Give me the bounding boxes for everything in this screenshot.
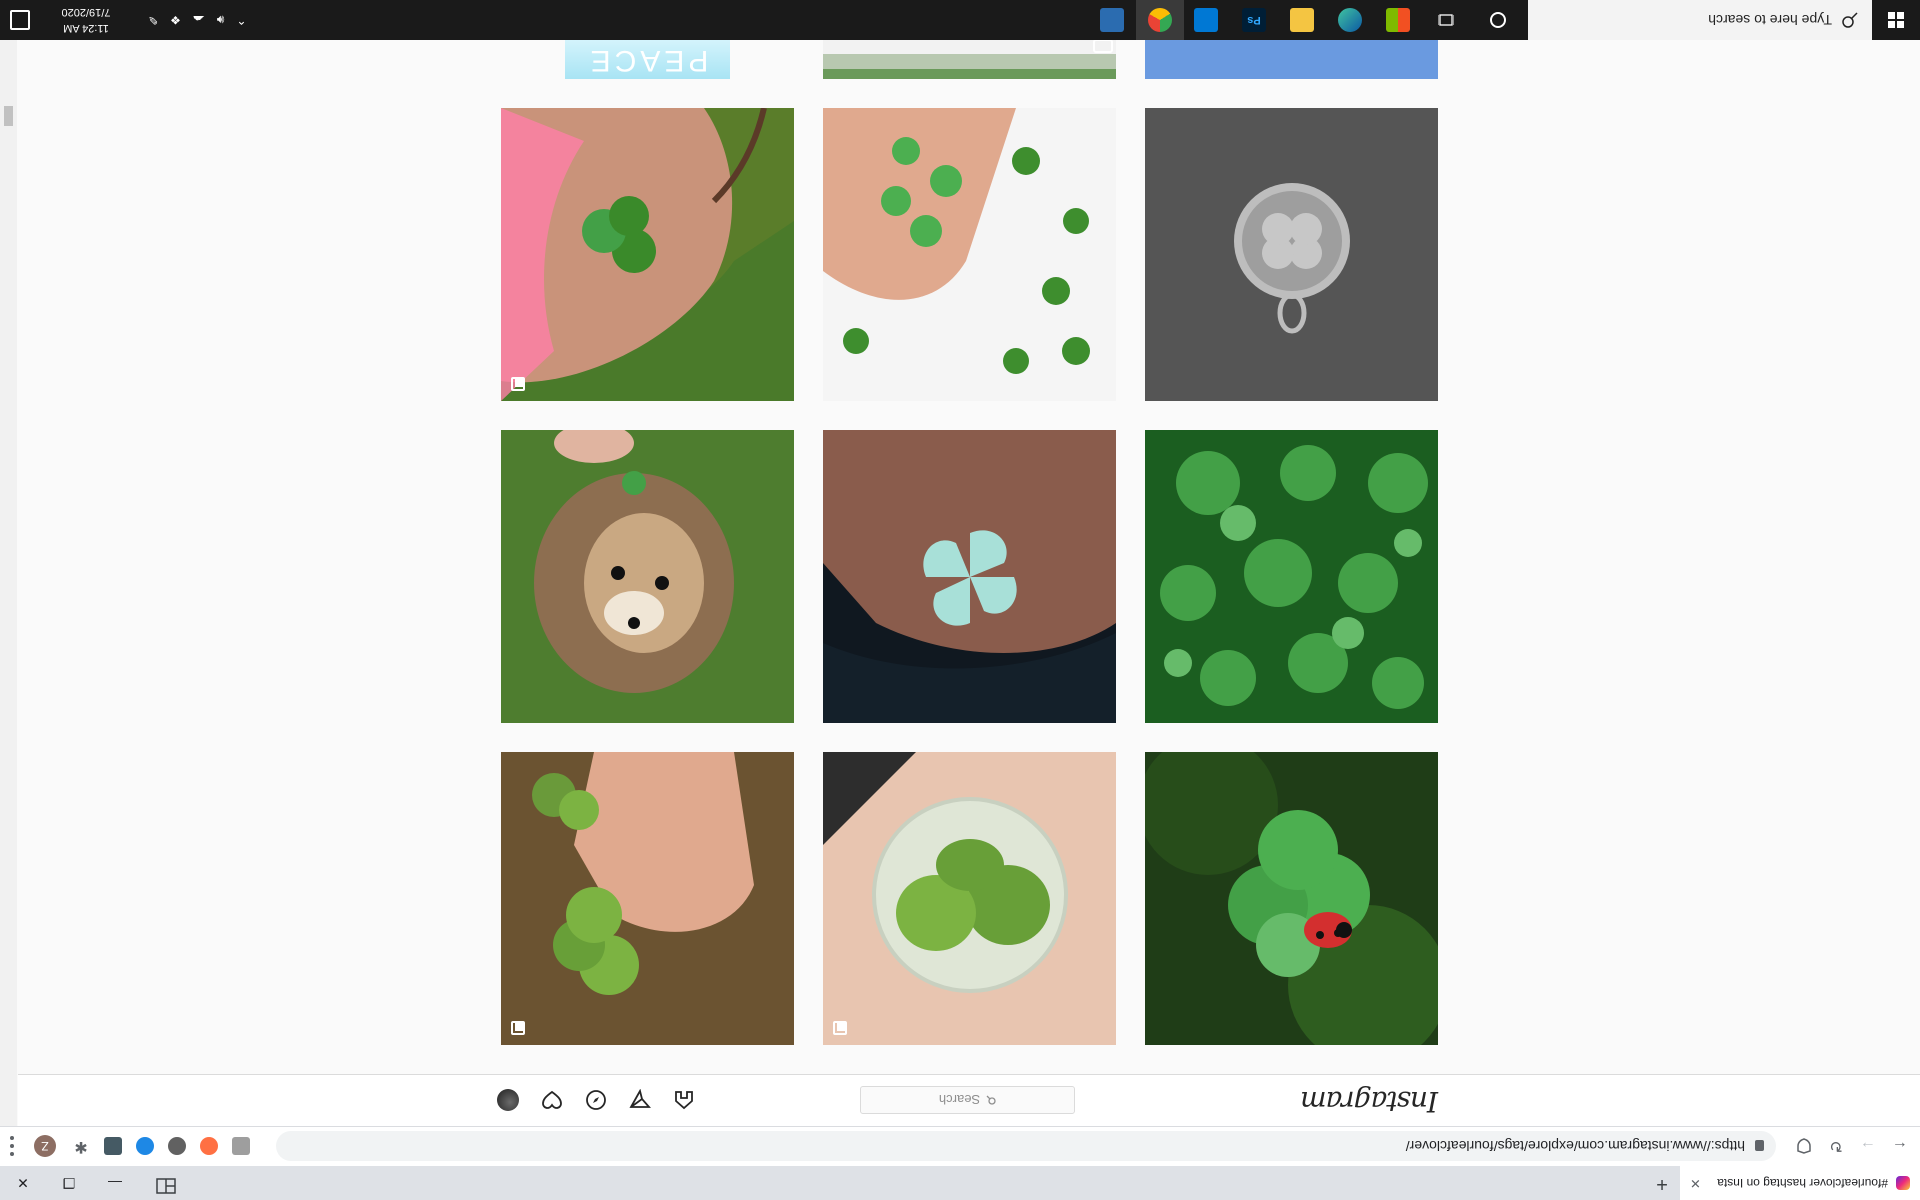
clover-pendant-photo — [1145, 108, 1438, 401]
task-view-icon[interactable] — [1434, 8, 1458, 32]
taskbar-search-placeholder: Type here to search — [1708, 12, 1832, 28]
search-icon — [1842, 12, 1858, 28]
minimize-button[interactable]: — — [92, 1166, 138, 1200]
multi-photo-icon — [511, 377, 525, 391]
clovers-box-photo — [823, 108, 1116, 401]
instagram-nav — [495, 1087, 697, 1113]
store-icon[interactable] — [1386, 8, 1410, 32]
clover-patch-photo — [1145, 430, 1438, 723]
reload-button[interactable]: ↻ — [1824, 1134, 1848, 1158]
direct-icon[interactable] — [627, 1087, 653, 1113]
explore-icon[interactable] — [583, 1087, 609, 1113]
tab-layout-icon[interactable] — [152, 1170, 180, 1196]
multi-photo-icon — [833, 1021, 847, 1035]
tab-title: #fourleafclover hashtag on Insta — [1717, 1176, 1888, 1190]
post-tile[interactable] — [823, 430, 1116, 723]
remote-desktop-icon[interactable] — [1100, 8, 1124, 32]
back-button[interactable]: ← — [1888, 1134, 1912, 1158]
address-bar[interactable]: https://www.instagram.com/explore/tags/f… — [276, 1131, 1776, 1161]
extension-icon[interactable] — [200, 1137, 218, 1155]
post-tile[interactable] — [501, 430, 794, 723]
puzzle-icon[interactable]: ✱ — [72, 1137, 90, 1155]
hand-clovers-photo — [501, 752, 794, 1045]
dog-clover-photo — [501, 430, 794, 723]
close-window-button[interactable]: ✕ — [0, 1166, 46, 1200]
search-placeholder: Search — [938, 1092, 981, 1108]
clock-time: 11:24 AM — [63, 22, 109, 34]
clover-tattoo-photo — [501, 108, 794, 401]
ladybug-clover-photo — [1145, 752, 1438, 1045]
profile-avatar-icon[interactable] — [495, 1087, 521, 1113]
url-text: https://www.instagram.com/explore/tags/f… — [1405, 1138, 1745, 1154]
extension-icon[interactable] — [136, 1137, 154, 1155]
search-input[interactable]: Search — [860, 1086, 1075, 1114]
extension-icon[interactable] — [232, 1137, 250, 1155]
screen: #fourleafclover hashtag on Insta ✕ + — ❐… — [0, 0, 1920, 1200]
profile-avatar[interactable]: Z — [34, 1135, 56, 1157]
camera-icon — [1093, 39, 1113, 53]
post-tile[interactable] — [1145, 430, 1438, 723]
close-tab-icon[interactable]: ✕ — [1690, 1175, 1701, 1191]
photoshop-icon[interactable]: Ps — [1242, 8, 1266, 32]
instagram-header: Instagram Search — [18, 1074, 1920, 1126]
post-tile[interactable] — [1145, 108, 1438, 401]
chrome-icon[interactable] — [1148, 8, 1172, 32]
windows-logo-icon — [1888, 12, 1904, 28]
extension-shield-icon[interactable] — [1792, 1134, 1816, 1158]
cortana-icon[interactable] — [1490, 12, 1506, 28]
lock-icon — [1755, 1140, 1764, 1152]
browser-tab[interactable]: #fourleafclover hashtag on Insta ✕ — [1680, 1166, 1920, 1200]
taskbar-search[interactable]: Type here to search — [1528, 0, 1872, 40]
post-tile[interactable] — [501, 752, 794, 1045]
peace-caption: PEACE — [586, 44, 709, 77]
volume-icon[interactable]: 🕪 — [217, 13, 225, 28]
cloud-icon[interactable]: ☁ — [193, 13, 205, 27]
search-icon — [986, 1093, 996, 1108]
start-button[interactable] — [1872, 0, 1920, 40]
multi-photo-icon — [511, 1021, 525, 1035]
file-explorer-icon[interactable] — [1290, 8, 1314, 32]
dropbox-icon[interactable]: ❖ — [170, 13, 181, 27]
scrollbar-thumb[interactable] — [4, 106, 13, 126]
onedrive-icon[interactable] — [1194, 8, 1218, 32]
post-tile[interactable] — [501, 108, 794, 401]
clover-resin-photo — [823, 752, 1116, 1045]
tab-strip: #fourleafclover hashtag on Insta ✕ + — ❐… — [0, 1166, 1920, 1200]
clock[interactable]: 11:24 AM 7/19/2020 — [48, 4, 124, 36]
system-tray: ⌃ 🕪 ☁ ❖ ✎ — [148, 0, 246, 40]
extension-icon[interactable] — [104, 1137, 122, 1155]
post-tile[interactable] — [823, 108, 1116, 401]
forward-button[interactable]: → — [1856, 1134, 1880, 1158]
menu-kebab-icon[interactable] — [10, 1136, 14, 1156]
new-tab-button[interactable]: + — [1651, 1170, 1673, 1196]
post-tile[interactable] — [1145, 752, 1438, 1045]
instagram-favicon-icon — [1896, 1176, 1910, 1190]
chevron-up-icon[interactable]: ⌃ — [236, 13, 246, 27]
activity-heart-icon[interactable] — [539, 1087, 565, 1113]
extension-icon[interactable] — [168, 1137, 186, 1155]
instagram-logo[interactable]: Instagram — [1301, 1085, 1438, 1118]
window-controls: — ❐ ✕ — [0, 1166, 138, 1200]
home-icon[interactable] — [671, 1087, 697, 1113]
edge-icon[interactable] — [1338, 8, 1362, 32]
post-tile[interactable] — [823, 752, 1116, 1045]
page-scrollbar[interactable] — [0, 40, 17, 1126]
pen-icon[interactable]: ✎ — [148, 13, 158, 27]
clock-date: 7/19/2020 — [61, 6, 111, 18]
origami-clover-photo — [823, 430, 1116, 723]
windows-taskbar: Type here to search Ps ⌃ 🕪 ☁ ❖ ✎ 11:24 A… — [0, 0, 1920, 40]
notification-icon[interactable] — [10, 10, 30, 30]
restore-button[interactable]: ❐ — [46, 1166, 92, 1200]
browser-toolbar: ← → ↻ https://www.instagram.com/explore/… — [0, 1126, 1920, 1166]
